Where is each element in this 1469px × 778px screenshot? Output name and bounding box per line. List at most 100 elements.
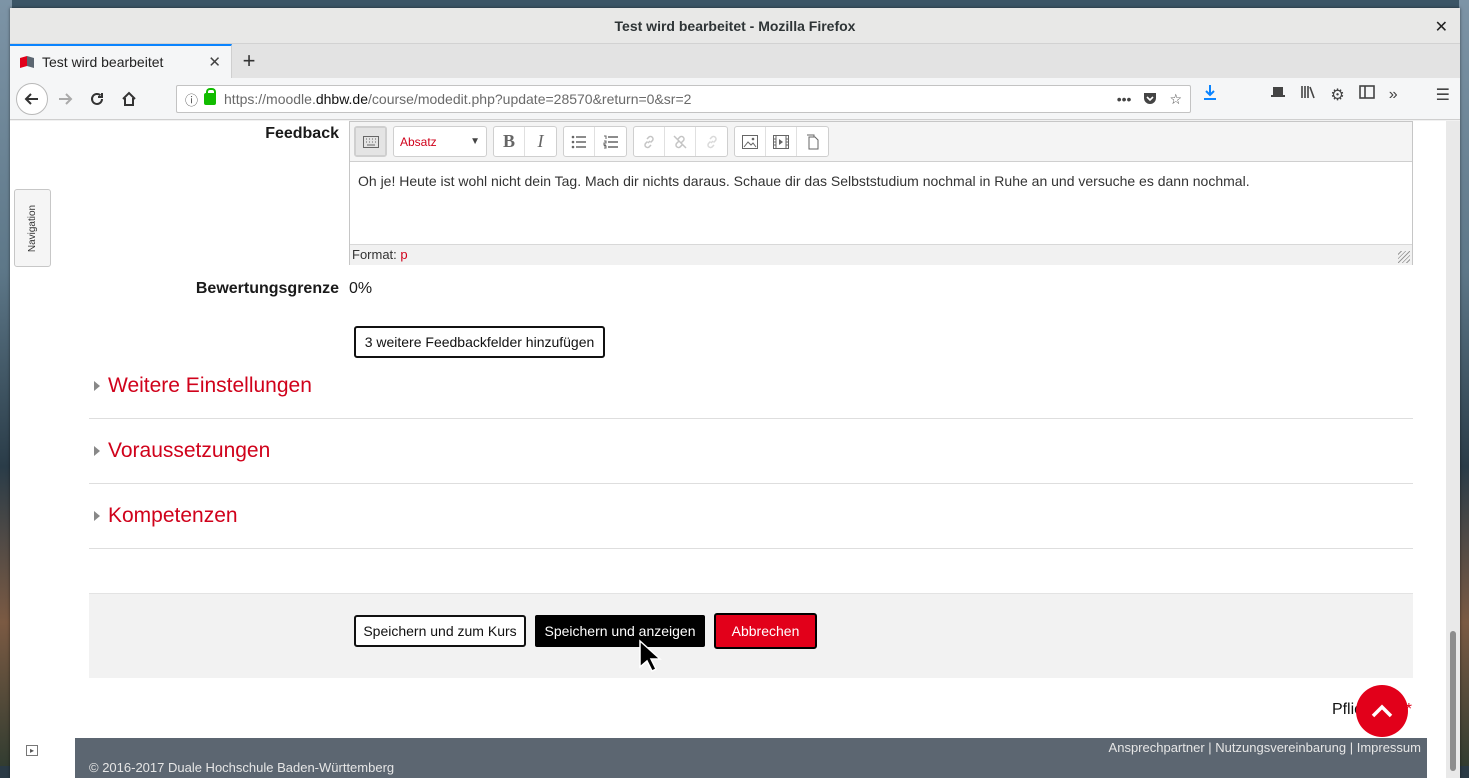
no-autolink-icon [706, 135, 717, 148]
collapse-triangle-icon [94, 381, 100, 391]
url-bar[interactable]: ⓘ https://moodle. dhbw.de/course/modedit.… [176, 85, 1191, 113]
page-scrollbar[interactable] [1446, 121, 1460, 778]
url-prefix: https://moodle. [224, 91, 316, 107]
toolbar-group-media [734, 126, 829, 157]
reload-button[interactable] [82, 84, 112, 114]
chevron-down-icon: ▼ [470, 136, 480, 147]
url-bar-actions: ••• ☆ [1117, 91, 1182, 108]
section-title[interactable]: Voraussetzungen [108, 439, 270, 463]
toolbar-toggle-button[interactable] [355, 127, 386, 156]
toolbar-group-style: B I [493, 126, 557, 157]
toolbar-group-links [633, 126, 728, 157]
scrollbar-thumb[interactable] [1450, 631, 1456, 771]
footer-links: Ansprechpartner | Nutzungsvereinbarung |… [1109, 740, 1421, 755]
link-button[interactable] [634, 127, 665, 156]
navigation-toolbar: ⓘ https://moodle. dhbw.de/course/modedit.… [10, 78, 1460, 120]
extension-gear-icon[interactable]: ⚙ [1330, 85, 1344, 105]
form-action-bar: Speichern und zum Kurs Speichern und anz… [89, 593, 1413, 678]
numbered-list-icon [603, 135, 618, 148]
lock-icon [204, 88, 217, 105]
footer-link-contact[interactable]: Ansprechpartner [1109, 740, 1205, 755]
feedback-editor: Absatz ▼ B I Oh je! Heute ist wohl nicht… [349, 121, 1413, 265]
insert-media-button[interactable] [766, 127, 797, 156]
section-voraussetzungen[interactable]: Voraussetzungen [89, 419, 1413, 484]
new-tab-button[interactable]: + [232, 44, 266, 78]
format-value[interactable]: p [400, 247, 407, 262]
site-info-icon[interactable]: ⓘ [185, 90, 198, 109]
footer-link-imprint[interactable]: Impressum [1357, 740, 1421, 755]
link-icon [644, 135, 654, 148]
image-icon [742, 134, 758, 149]
tab-active[interactable]: Test wird bearbeitet ✕ [10, 44, 232, 78]
grade-boundary-label: Bewertungsgrenze [195, 280, 339, 297]
back-arrow-icon [24, 92, 38, 105]
feedback-text-area[interactable]: Oh je! Heute ist wohl nicht dein Tag. Ma… [350, 162, 1412, 244]
files-icon [806, 134, 818, 149]
bookmark-star-icon[interactable]: ☆ [1169, 91, 1182, 108]
unlink-icon [673, 134, 687, 149]
mouse-cursor-icon [639, 639, 662, 673]
toolbar-right-icons: ⚙ » ☰ [1202, 84, 1450, 105]
section-weitere-einstellungen[interactable]: Weitere Einstellungen [89, 354, 1413, 419]
editor-statusbar: Format: p [350, 244, 1412, 265]
library-icon[interactable] [1300, 84, 1316, 105]
laptop-icon[interactable] [1270, 85, 1286, 104]
sidebar-toggle-icon[interactable] [1358, 85, 1375, 104]
page-content: Navigation Feedback Absatz ▼ B I Oh je! … [10, 121, 1460, 778]
pocket-icon[interactable] [1143, 91, 1157, 108]
save-and-return-button[interactable]: Speichern und zum Kurs [354, 615, 526, 647]
editor-toolbar: Absatz ▼ B I [350, 122, 1412, 162]
navigation-drawer-toggle[interactable]: Navigation [14, 189, 51, 267]
unlink-button[interactable] [665, 127, 696, 156]
downloads-icon[interactable] [1202, 84, 1218, 105]
keyboard-icon [362, 135, 379, 148]
bold-button[interactable]: B [494, 127, 525, 156]
collapse-triangle-icon [94, 446, 100, 456]
page-actions-icon[interactable]: ••• [1117, 91, 1132, 108]
feedback-label: Feedback [265, 125, 339, 142]
section-title[interactable]: Kompetenzen [108, 504, 238, 528]
browser-window: Test wird bearbeitet - Mozilla Firefox ✕… [10, 8, 1460, 778]
format-label: Format: [352, 247, 397, 262]
insert-image-button[interactable] [735, 127, 766, 156]
dock-icon[interactable]: ▸ [26, 745, 38, 756]
ordered-list-button[interactable] [595, 127, 626, 156]
window-titlebar: Test wird bearbeitet - Mozilla Firefox ✕ [10, 8, 1460, 44]
filter-link-button[interactable] [696, 127, 727, 156]
save-and-display-button[interactable]: Speichern und anzeigen [535, 615, 705, 647]
navigation-drawer-label: Navigation [27, 204, 39, 252]
home-button[interactable] [114, 84, 144, 114]
site-footer: Ansprechpartner | Nutzungsvereinbarung |… [75, 738, 1427, 778]
reload-icon [91, 92, 103, 105]
forward-arrow-icon [59, 92, 73, 105]
section-kompetenzen[interactable]: Kompetenzen [89, 484, 1413, 549]
forward-button[interactable] [50, 84, 80, 114]
tab-close-icon[interactable]: ✕ [208, 53, 221, 71]
tab-bar: Test wird bearbeitet ✕ + [10, 44, 1460, 78]
dhbw-favicon-icon [20, 56, 34, 68]
footer-link-terms[interactable]: Nutzungsvereinbarung [1215, 740, 1346, 755]
footer-copyright: © 2016-2017 Duale Hochschule Baden-Württ… [89, 760, 395, 775]
window-close-button[interactable]: ✕ [1435, 17, 1448, 37]
back-to-top-button[interactable] [1356, 685, 1408, 737]
hamburger-menu-icon[interactable]: ☰ [1436, 85, 1450, 105]
unordered-list-button[interactable] [564, 127, 595, 156]
tab-title: Test wird bearbeitet [42, 54, 164, 70]
cancel-button[interactable]: Abbrechen [714, 613, 817, 649]
resize-grip-icon[interactable] [1398, 251, 1410, 263]
overflow-chevron-icon[interactable]: » [1389, 86, 1398, 104]
footer-separator: | [1346, 740, 1357, 755]
back-button[interactable] [16, 82, 48, 115]
footer-separator: | [1204, 740, 1216, 755]
manage-files-button[interactable] [797, 127, 828, 156]
section-title[interactable]: Weitere Einstellungen [108, 374, 312, 398]
toolbar-group-list [563, 126, 627, 157]
toolbar-group-collapse [354, 126, 387, 157]
paragraph-style-select[interactable]: Absatz ▼ [393, 126, 487, 157]
home-icon [122, 91, 136, 106]
window-title: Test wird bearbeitet - Mozilla Firefox [614, 17, 856, 34]
collapse-triangle-icon [94, 511, 100, 521]
italic-button[interactable]: I [525, 127, 556, 156]
film-icon [773, 134, 789, 149]
paragraph-style-value: Absatz [400, 134, 437, 149]
